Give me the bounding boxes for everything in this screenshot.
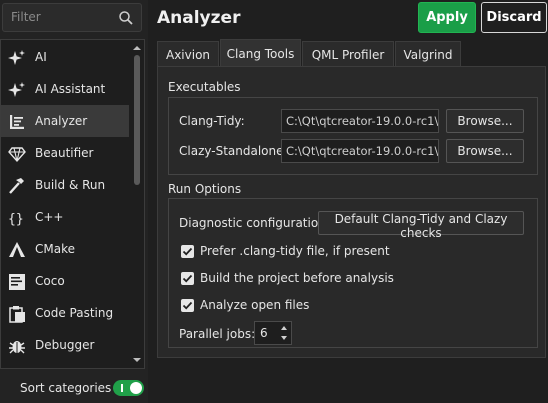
filter-box[interactable] [2,3,142,32]
sort-categories-toggle[interactable] [113,380,144,396]
category-label: Build & Run [35,178,106,192]
run-options-group: Diagnostic configuration: Default Clang-… [168,198,538,348]
executables-section-label: Executables [168,80,241,94]
spin-up-icon[interactable] [278,323,290,333]
category-label: CMake [35,242,75,256]
diamond-icon [8,147,26,163]
diagnostic-configuration-button[interactable]: Default Clang-Tidy and Clazy checks [318,211,524,240]
executables-group: Clang-Tidy: C:\Qt\qtcreator-19.0.0-rc1\.… [168,97,538,175]
category-label: AI [35,50,47,64]
tab-clang-tools[interactable]: Clang Tools [220,39,301,67]
tab-valgrind[interactable]: Valgrind [395,41,461,67]
filter-input[interactable] [11,10,111,24]
category-item-coco[interactable]: Coco [1,265,129,297]
category-label: Coco [35,274,65,288]
clipboard-icon [9,306,25,323]
scrollbar-thumb[interactable] [134,55,140,185]
sidebar: AI AI Assistant Analyzer Beau [0,0,148,403]
analyze-open-files-checkbox[interactable] [181,299,194,312]
scroll-up-arrow-icon[interactable] [133,44,141,52]
toggle-knob [130,382,142,394]
category-item-build-run[interactable]: Build & Run [1,169,129,201]
search-icon[interactable] [118,10,134,26]
tab-axivion[interactable]: Axivion [157,41,219,67]
spin-down-icon[interactable] [278,333,290,343]
cmake-icon [9,242,25,257]
checkmark-icon [182,301,193,310]
analyze-open-files-label: Analyze open files [200,298,310,312]
sort-categories-label: Sort categories [20,381,112,395]
run-options-section-label: Run Options [168,182,242,196]
category-scrollbar[interactable] [131,41,143,367]
hammer-icon [9,178,24,194]
category-label: Beautifier [35,146,94,160]
parallel-jobs-value: 6 [260,326,268,340]
category-label: C++ [35,210,64,224]
apply-button[interactable]: Apply [418,2,476,33]
category-list: AI AI Assistant Analyzer Beautifier Buil… [0,39,145,369]
braces-icon: {} [8,212,24,227]
checkmark-icon [182,274,193,283]
category-label: Analyzer [35,114,88,128]
clang-tidy-browse-button[interactable]: Browse... [446,109,524,133]
category-item-analyzer[interactable]: Analyzer [1,105,129,137]
build-before-analysis-checkbox[interactable] [181,272,194,285]
tab-qml-profiler[interactable]: QML Profiler [302,41,394,67]
clang-tidy-path-field[interactable]: C:\Qt\qtcreator-19.0.0-rc1\... [281,109,439,133]
clang-tools-panel: Executables Clang-Tidy: C:\Qt\qtcreator-… [157,66,546,358]
parallel-jobs-spinbox[interactable]: 6 [254,321,292,345]
page-title: Analyzer [157,8,241,28]
toggle-on-mark [121,384,123,392]
category-item-debugger[interactable]: Debugger [1,329,129,361]
sparkle-icon [8,82,25,97]
checkmark-icon [182,247,193,256]
prefer-clang-tidy-checkbox[interactable] [181,245,194,258]
build-before-analysis-label: Build the project before analysis [200,271,394,285]
coco-icon [9,274,25,290]
diagnostic-configuration-label: Diagnostic configuration: [179,216,330,230]
svg-text:{}: {} [8,212,24,227]
scroll-down-arrow-icon[interactable] [133,356,141,364]
category-item-beautifier[interactable]: Beautifier [1,137,129,169]
category-item-code-pasting[interactable]: Code Pasting [1,297,129,329]
category-label: Debugger [35,338,95,352]
clazy-standalone-path-field[interactable]: C:\Qt\qtcreator-19.0.0-rc1\... [281,139,439,163]
bug-icon [9,341,25,354]
category-item-ai-assistant[interactable]: AI Assistant [1,73,129,105]
parallel-jobs-label: Parallel jobs: [179,327,256,341]
category-item-ai[interactable]: AI [1,41,129,73]
clazy-browse-button[interactable]: Browse... [446,139,524,163]
analyzer-icon [10,115,24,129]
sparkle-icon [8,50,25,65]
category-item-cpp[interactable]: {} C++ [1,201,129,233]
discard-button[interactable]: Discard [481,2,547,33]
clang-tidy-label: Clang-Tidy: [179,114,245,128]
prefer-clang-tidy-label: Prefer .clang-tidy file, if present [200,244,390,258]
category-label: Code Pasting [35,306,114,320]
category-label: AI Assistant [35,82,106,96]
category-item-cmake[interactable]: CMake [1,233,129,265]
clazy-standalone-label: Clazy-Standalone: [179,144,288,158]
